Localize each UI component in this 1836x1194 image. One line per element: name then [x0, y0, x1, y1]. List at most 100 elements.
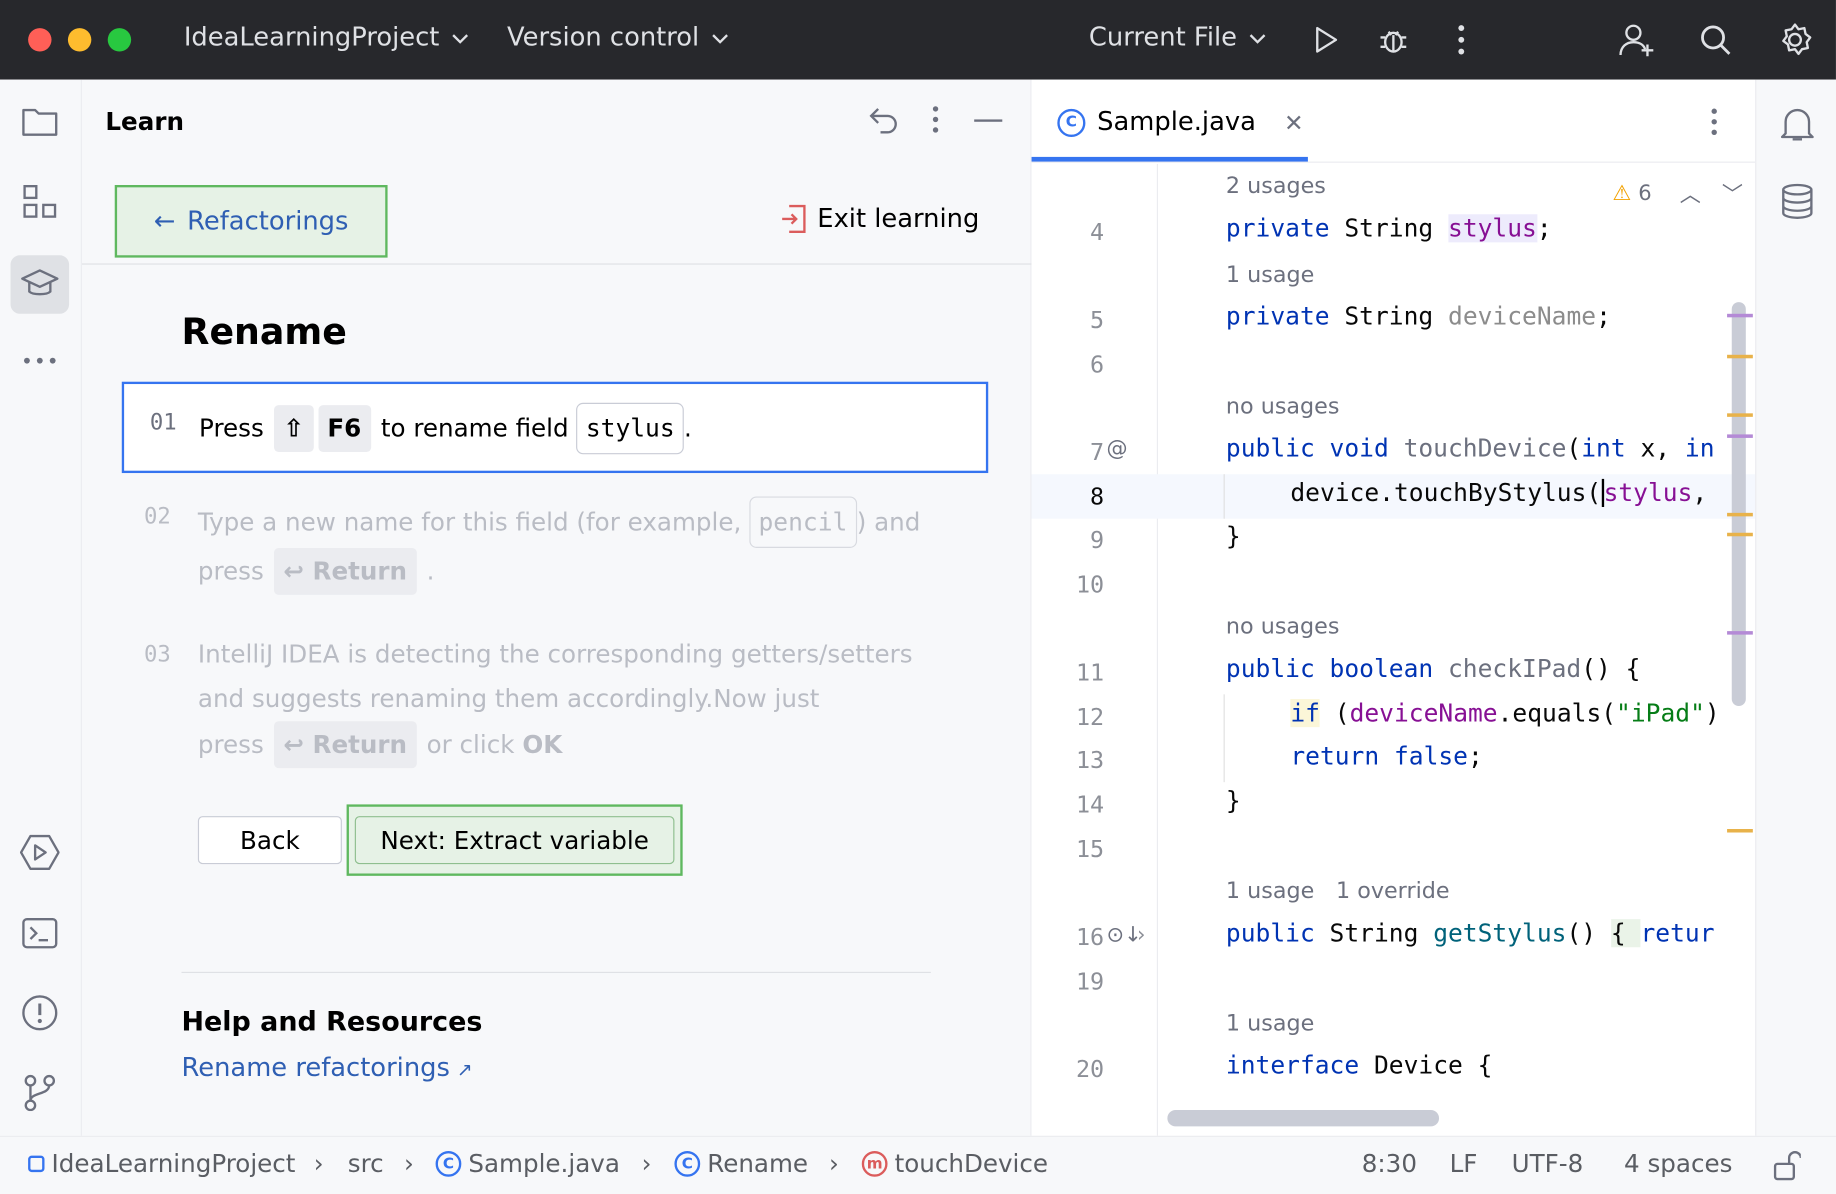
run-button[interactable] [1306, 20, 1346, 60]
minimize-window-button[interactable] [67, 28, 92, 52]
code-chip: pencil [749, 496, 857, 548]
code-line[interactable]: public boolean checkIPad() { [1226, 655, 1641, 683]
project-tool-button[interactable] [16, 98, 63, 145]
run-config-selector[interactable]: Current File [1089, 23, 1267, 53]
problems-tool-button[interactable] [16, 989, 63, 1036]
overrides-hint[interactable]: 1 override [1336, 878, 1450, 904]
breadcrumb-project[interactable]: IdeaLearningProject [28, 1150, 295, 1178]
f6-key: F6 [317, 405, 371, 452]
add-user-icon [1619, 24, 1654, 57]
step-3-text: IntelliJ IDEA is detecting the correspon… [198, 632, 1018, 769]
close-tab-icon[interactable]: ✕ [1284, 108, 1304, 136]
code-line[interactable]: } [1226, 787, 1241, 815]
active-tab-indicator [1031, 156, 1308, 162]
ok-text: OK [522, 730, 563, 759]
learn-tool-button[interactable] [10, 255, 70, 314]
line-number: 9 [1090, 525, 1105, 554]
breadcrumb-label: touchDevice [894, 1149, 1049, 1178]
error-stripe-mark[interactable] [1727, 512, 1753, 517]
line-number: 5 [1090, 305, 1105, 334]
database-icon [1782, 183, 1813, 219]
code-line[interactable]: private String deviceName; [1226, 302, 1611, 330]
zoom-window-button[interactable] [107, 28, 132, 52]
exit-learning-button[interactable]: Exit learning [780, 204, 979, 234]
breadcrumb-file[interactable]: C Sample.java [435, 1150, 620, 1178]
error-stripe-mark[interactable] [1727, 413, 1753, 417]
code-with-me-button[interactable] [1617, 20, 1657, 60]
at-annotation-icon[interactable]: @ [1107, 437, 1128, 462]
code-line[interactable]: interface Device { [1226, 1051, 1492, 1079]
back-button[interactable]: Back [197, 816, 342, 865]
return-key: ↩ Return [273, 721, 417, 769]
more-actions-button[interactable] [1441, 20, 1481, 60]
editor-options-button[interactable] [1711, 108, 1718, 141]
breadcrumb-src[interactable]: src [348, 1150, 384, 1178]
chevron-up-icon[interactable]: ︿ [1680, 178, 1701, 208]
settings-button[interactable] [1775, 20, 1815, 60]
vertical-scrollbar[interactable] [1731, 302, 1746, 707]
indent-guide [1223, 474, 1225, 519]
error-stripe-mark[interactable] [1727, 631, 1753, 635]
line-number: 6 [1090, 350, 1105, 379]
error-stripe-mark[interactable] [1727, 354, 1753, 359]
close-window-button[interactable] [28, 28, 52, 52]
code-line[interactable]: device.touchByStylus(stylus, [1290, 478, 1707, 507]
structure-tool-button[interactable] [16, 178, 63, 225]
usages-hint[interactable]: 1 usage [1226, 878, 1314, 904]
step-text: press [197, 557, 264, 586]
code-line[interactable]: return false; [1290, 742, 1482, 770]
code-line[interactable]: } [1226, 522, 1241, 550]
back-to-refactorings-link[interactable]: ← Refactorings [114, 185, 388, 258]
next-lesson-button[interactable]: Next: Extract variable [354, 816, 675, 865]
step-text: Press [199, 414, 264, 443]
module-icon [28, 1155, 45, 1173]
indent-setting[interactable]: 4 spaces [1624, 1150, 1732, 1178]
help-link[interactable]: Rename refactorings ↗ [181, 1054, 472, 1083]
horizontal-scrollbar[interactable] [1167, 1110, 1440, 1127]
project-selector[interactable]: IdeaLearningProject [184, 23, 470, 53]
notifications-button[interactable] [1774, 101, 1821, 148]
terminal-tool-button[interactable] [16, 910, 63, 957]
panel-options-button[interactable] [932, 105, 939, 138]
step-number: 03 [144, 641, 171, 668]
breadcrumb-class[interactable]: C Rename [674, 1150, 808, 1178]
git-tool-button[interactable] [16, 1069, 63, 1116]
caret-position[interactable]: 8:30 [1362, 1150, 1417, 1178]
code-line[interactable]: if (deviceName.equals("iPad") [1290, 699, 1720, 728]
error-stripe-mark[interactable] [1727, 828, 1753, 833]
usages-hint[interactable]: 1 usage [1226, 262, 1314, 288]
tab-sample-java[interactable]: C Sample.java ✕ [1057, 108, 1304, 137]
learn-panel: Learn ← Refactorings Exit learning Renam… [81, 79, 1032, 1136]
debug-button[interactable] [1373, 20, 1413, 60]
class-icon: C [1057, 108, 1086, 137]
code-line[interactable]: public void touchDevice(int x, in [1226, 434, 1715, 462]
database-button[interactable] [1774, 178, 1821, 225]
read-only-toggle[interactable] [1773, 1151, 1803, 1187]
code-chip: stylus [576, 402, 685, 455]
more-tools-button[interactable] [16, 337, 63, 384]
restart-lesson-button[interactable] [869, 105, 899, 138]
vcs-selector[interactable]: Version control [507, 23, 730, 53]
search-button[interactable] [1695, 20, 1735, 60]
usages-hint[interactable]: no usages [1226, 393, 1340, 419]
error-stripe-mark[interactable] [1727, 434, 1753, 438]
chevron-down-icon[interactable]: ﹀ [1722, 178, 1743, 208]
file-encoding[interactable]: UTF-8 [1512, 1150, 1584, 1178]
services-tool-button[interactable] [16, 829, 63, 876]
breadcrumb-method[interactable]: m touchDevice [861, 1149, 1049, 1178]
minimize-icon[interactable] [974, 119, 1003, 122]
step-text: ) and [856, 508, 921, 537]
line-separator[interactable]: LF [1450, 1150, 1478, 1178]
usages-hint[interactable]: 2 usages [1226, 173, 1326, 199]
code-line[interactable]: public String getStylus() { retur [1226, 919, 1715, 948]
fold-chevron-icon[interactable]: › [1137, 923, 1145, 948]
breadcrumb-separator: › [403, 1149, 414, 1178]
error-stripe-mark[interactable] [1727, 532, 1753, 537]
usages-hint[interactable]: no usages [1226, 614, 1340, 640]
line-number: 7 [1090, 437, 1105, 467]
code-line[interactable]: private String stylus; [1226, 214, 1552, 243]
divider [181, 971, 931, 974]
error-stripe-mark[interactable] [1727, 313, 1753, 318]
inspection-widget[interactable]: ⚠ 6 ︿ ﹀ [1612, 178, 1743, 208]
usages-hint[interactable]: 1 usage [1226, 1010, 1314, 1036]
